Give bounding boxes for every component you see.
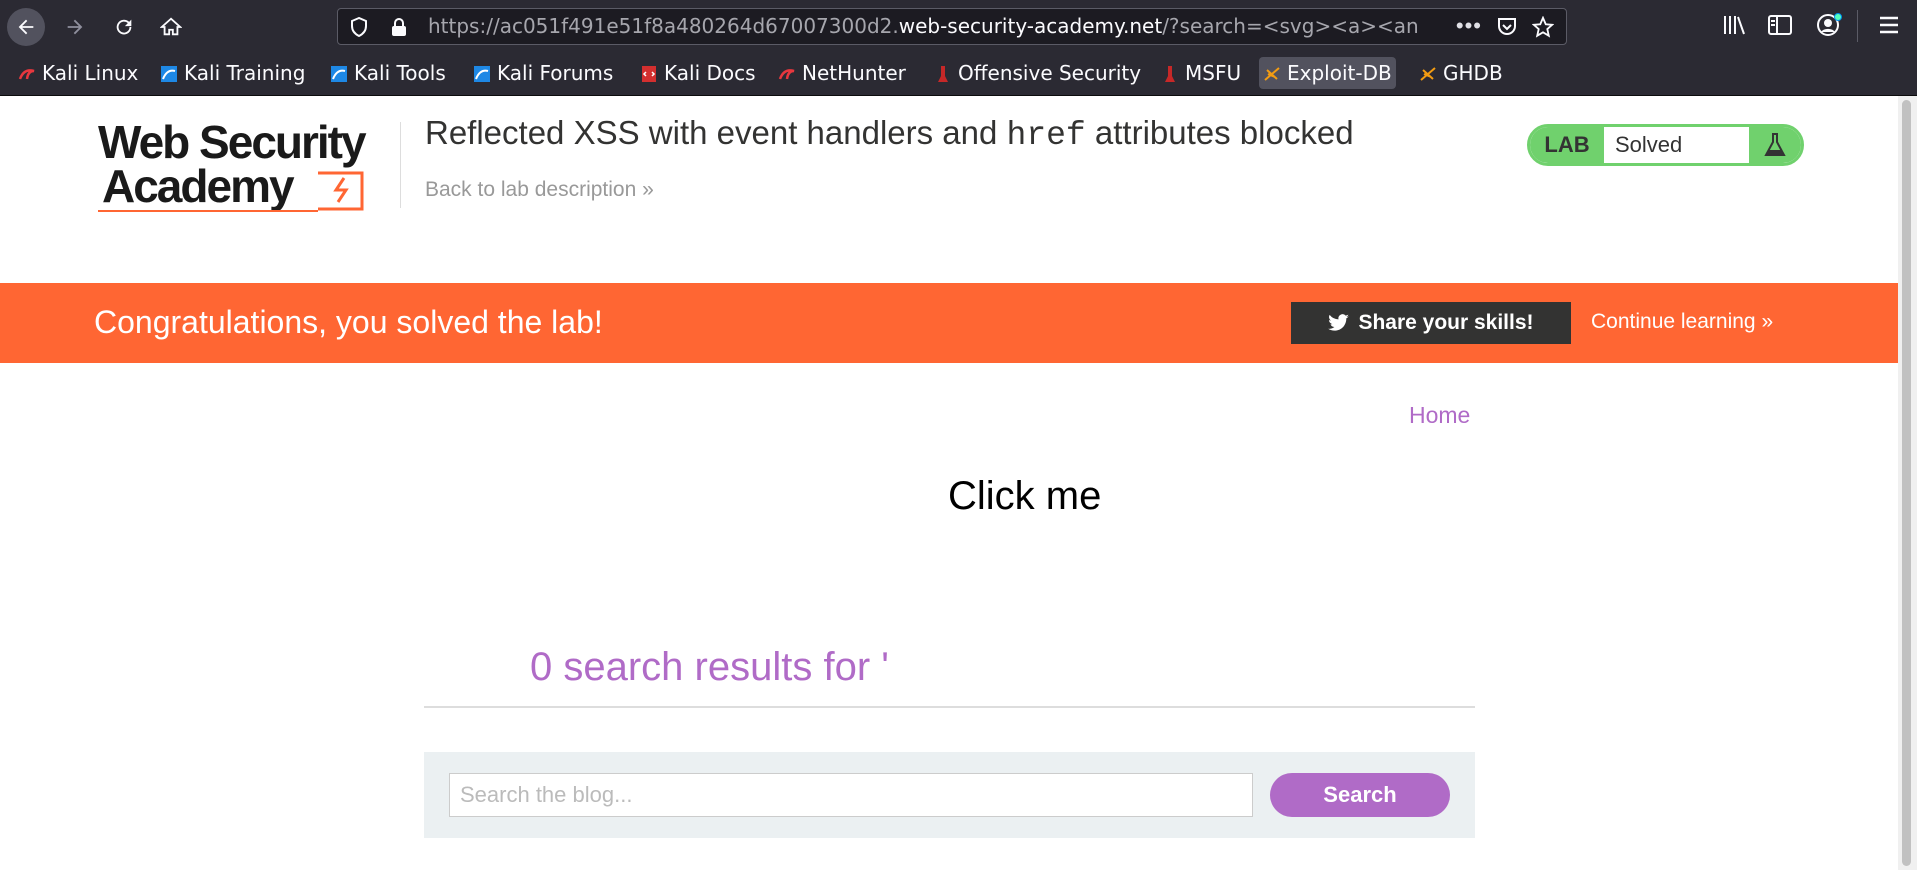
bookmark-kali-training[interactable]: Kali Training	[156, 57, 309, 89]
sidebar-icon[interactable]	[1767, 12, 1793, 38]
bookmark-nethunter[interactable]: NetHunter	[774, 57, 910, 89]
arrow-left-icon	[18, 19, 34, 35]
bookmark-kali-forums[interactable]: Kali Forums	[469, 57, 617, 89]
solved-banner: Congratulations, you solved the lab! Sha…	[0, 283, 1898, 363]
search-input[interactable]: Search the blog...	[449, 773, 1253, 817]
search-panel: Search the blog... Search	[424, 752, 1475, 838]
bookmark-kali-linux[interactable]: Kali Linux	[14, 57, 142, 89]
click-me-link[interactable]: Click me	[948, 474, 1101, 519]
bookmark-label: Kali Tools	[354, 61, 446, 85]
bookmark-msfu[interactable]: MSFU	[1157, 57, 1245, 89]
share-label: Share your skills!	[1358, 311, 1534, 334]
congratulations-message: Congratulations, you solved the lab!	[94, 304, 603, 340]
title-code: href	[1006, 117, 1086, 154]
double-chevron-right-icon: »	[1761, 310, 1774, 333]
shield-icon[interactable]	[350, 17, 368, 37]
url-host: web-security-academy.net	[898, 14, 1163, 38]
url-text[interactable]: https://ac051f491e51f8a480264d67007300d2…	[428, 9, 1428, 44]
logo-graphic: Web Security Academy	[98, 116, 369, 212]
pocket-icon[interactable]	[1496, 16, 1518, 38]
reload-icon	[116, 19, 132, 35]
logo-line-2: Academy	[102, 160, 295, 212]
msfu-icon	[1165, 66, 1175, 82]
kali-tools-icon	[331, 66, 347, 82]
kali-forums-icon	[474, 66, 490, 82]
results-divider	[424, 706, 1475, 708]
reload-button[interactable]	[105, 8, 143, 46]
more-actions-icon[interactable]: •••	[1456, 13, 1482, 39]
bookmark-label: Exploit-DB	[1287, 61, 1392, 85]
bookmark-label: GHDB	[1443, 61, 1503, 85]
lab-status: Solved	[1615, 132, 1683, 157]
bookmark-star-icon[interactable]	[1532, 16, 1554, 38]
offsec-icon	[938, 66, 948, 82]
home-icon	[160, 17, 182, 36]
web-security-academy-logo[interactable]: Web Security Academy	[96, 116, 396, 225]
kali-docs-icon	[642, 66, 656, 82]
ghdb-bug-icon	[1420, 67, 1436, 81]
menu-icon[interactable]	[1877, 12, 1901, 38]
bookmark-label: NetHunter	[802, 61, 906, 85]
bookmark-label: Kali Forums	[497, 61, 614, 85]
bookmark-kali-docs[interactable]: Kali Docs	[636, 57, 760, 89]
page-scrollbar[interactable]	[1898, 96, 1917, 870]
nethunter-icon	[778, 69, 795, 80]
toolbar-separator	[1857, 10, 1858, 42]
kali-dragon-icon	[18, 69, 35, 80]
bookmark-label: MSFU	[1185, 61, 1242, 85]
exploit-db-bug-icon	[1264, 67, 1280, 81]
bookmark-kali-tools[interactable]: Kali Tools	[326, 57, 450, 89]
title-pre: Reflected XSS with event handlers and	[425, 114, 1007, 151]
bookmark-ghdb[interactable]: GHDB	[1415, 57, 1507, 89]
scrollbar-thumb[interactable]	[1902, 100, 1911, 866]
share-skills-button[interactable]: Share your skills!	[1291, 302, 1571, 344]
library-icon[interactable]	[1722, 12, 1748, 38]
bookmark-label: Kali Linux	[42, 61, 139, 85]
search-results-heading: 0 search results for '	[530, 645, 889, 689]
url-rest: /?search=<svg><a><an	[1162, 14, 1419, 38]
bookmarks-bar: Kali Linux Kali Training Kali Tools Kali…	[0, 52, 1917, 96]
back-to-lab-description-link[interactable]: Back to lab description »	[425, 178, 654, 202]
forward-button[interactable]	[56, 8, 94, 46]
bookmark-offensive-security[interactable]: Offensive Security	[930, 57, 1145, 89]
header-divider	[400, 122, 401, 208]
continue-label: Continue learning	[1591, 310, 1756, 333]
home-link[interactable]: Home	[1409, 402, 1470, 429]
twitter-icon	[1328, 314, 1350, 331]
url-prefix: https://ac051f491e51f8a480264d67007300d2…	[428, 14, 899, 38]
lab-label: LAB	[1530, 127, 1604, 163]
back-link-label: Back to lab description	[425, 178, 637, 201]
flask-icon	[1749, 127, 1801, 163]
kali-training-icon	[161, 66, 177, 82]
lock-icon[interactable]	[391, 17, 407, 37]
continue-learning-link[interactable]: Continue learning »	[1591, 310, 1773, 334]
bookmark-exploit-db[interactable]: Exploit-DB	[1259, 57, 1396, 89]
double-chevron-right-icon: »	[642, 178, 654, 201]
back-button[interactable]	[7, 8, 45, 46]
lab-title: Reflected XSS with event handlers and hr…	[425, 114, 1354, 154]
bookmark-label: Offensive Security	[958, 61, 1142, 85]
bookmark-label: Kali Docs	[664, 61, 756, 85]
address-bar[interactable]: https://ac051f491e51f8a480264d67007300d2…	[337, 8, 1567, 45]
bookmark-label: Kali Training	[184, 61, 306, 85]
title-post: attributes blocked	[1085, 114, 1354, 151]
search-button[interactable]: Search	[1270, 773, 1450, 817]
account-icon[interactable]	[1815, 12, 1843, 38]
browser-toolbar: https://ac051f491e51f8a480264d67007300d2…	[0, 0, 1917, 52]
lab-status-badge: LAB Solved	[1527, 124, 1804, 166]
home-button[interactable]	[152, 8, 190, 46]
arrow-right-icon	[67, 19, 83, 35]
